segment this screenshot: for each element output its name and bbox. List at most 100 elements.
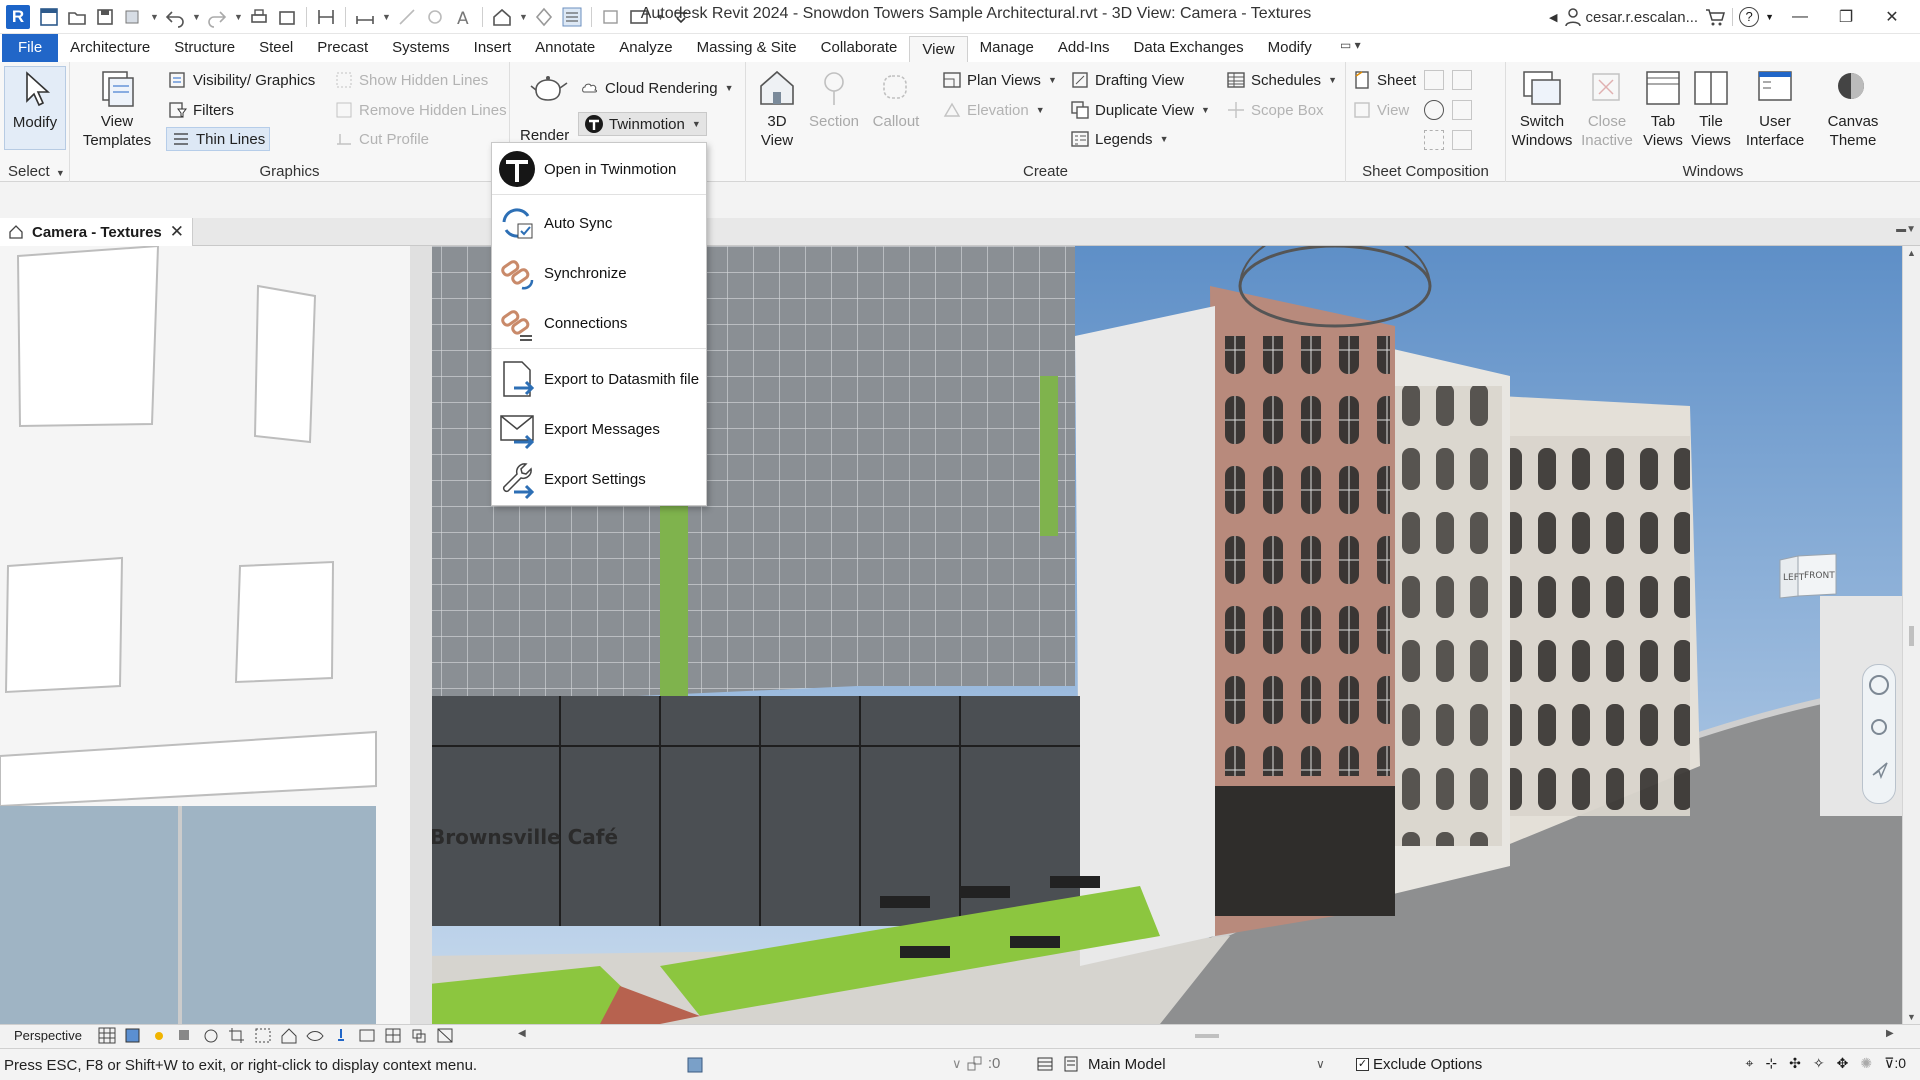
title-block-icon[interactable] — [1424, 70, 1444, 90]
view-reference-icon[interactable] — [1424, 130, 1444, 150]
tab-modify[interactable]: Modify — [1256, 34, 1324, 62]
tab-insert[interactable]: Insert — [462, 34, 524, 62]
visual-style-icon[interactable] — [124, 1027, 142, 1044]
matchline-icon[interactable] — [1452, 100, 1472, 120]
render-button[interactable]: Render — [520, 66, 572, 144]
viewports-icon[interactable] — [1452, 130, 1472, 150]
3d-viewport[interactable]: Brownsville Café LEFT FRONT — [0, 246, 1902, 1024]
drag-elements-icon[interactable]: ✥ — [1837, 1055, 1849, 1072]
select-pinned-icon[interactable]: ✣ — [1789, 1055, 1801, 1072]
tab-add-ins[interactable]: Add-Ins — [1046, 34, 1122, 62]
active-workset[interactable]: Main Model ∨ — [1036, 1055, 1325, 1073]
cart-icon[interactable] — [1704, 7, 1726, 27]
tab-manage[interactable]: Manage — [968, 34, 1046, 62]
switch-windows-button[interactable]: Switch Windows — [1510, 66, 1574, 150]
minimize-button[interactable]: — — [1780, 0, 1820, 34]
thin-lines-button[interactable]: Thin Lines — [166, 127, 271, 151]
plan-views-button[interactable]: Plan Views ▼ — [942, 68, 1057, 92]
exclude-options-checkbox[interactable]: ✓ — [1356, 1058, 1369, 1071]
chevron-down-icon[interactable]: ▼ — [382, 12, 391, 22]
measure-icon[interactable] — [315, 6, 337, 28]
sheet-button[interactable]: Sheet — [1352, 68, 1416, 92]
tab-analyze[interactable]: Analyze — [607, 34, 684, 62]
chevron-down-icon[interactable]: ▼ — [656, 12, 665, 22]
info-center-expand-icon[interactable]: ◀ — [1549, 11, 1557, 24]
tab-steel[interactable]: Steel — [247, 34, 305, 62]
show-hidden-lines-button[interactable]: Show Hidden Lines — [334, 68, 488, 92]
3d-view-button[interactable]: 3D View — [754, 66, 800, 150]
menu-item-connections[interactable]: Connections — [492, 301, 706, 345]
chevron-down-icon[interactable]: ∨ — [1316, 1057, 1325, 1071]
zoom-icon[interactable] — [1871, 719, 1887, 735]
chevron-down-icon[interactable]: ▼ — [1765, 12, 1774, 22]
canvas-theme-button[interactable]: Canvas Theme — [1818, 66, 1888, 150]
rendering-dialog-icon[interactable] — [202, 1027, 220, 1044]
scroll-down-icon[interactable]: ▼ — [1907, 1012, 1916, 1022]
filters-button[interactable]: Filters — [168, 98, 234, 122]
viewcube[interactable]: LEFT FRONT — [1778, 552, 1838, 602]
tag-all-icon[interactable] — [424, 6, 446, 28]
modify-button[interactable]: Modify — [4, 66, 66, 150]
highlight-displacement-icon[interactable] — [384, 1027, 402, 1044]
tab-architecture[interactable]: Architecture — [58, 34, 162, 62]
unlocked-3d-view-icon[interactable] — [280, 1027, 298, 1044]
tab-systems[interactable]: Systems — [380, 34, 462, 62]
tile-views-button[interactable]: Tile Views — [1688, 66, 1734, 150]
orbit-icon[interactable] — [1871, 761, 1889, 780]
customize-qat-icon[interactable] — [670, 6, 692, 28]
scroll-up-icon[interactable]: ▲ — [1907, 248, 1916, 258]
select-links-icon[interactable]: ⌖ — [1746, 1055, 1754, 1072]
background-processes-icon[interactable]: ✺ — [1860, 1055, 1872, 1072]
callout-button[interactable]: Callout — [868, 66, 924, 131]
steering-wheel-icon[interactable] — [1869, 675, 1889, 695]
reveal-hidden-icon[interactable] — [332, 1027, 350, 1044]
cut-profile-button[interactable]: Cut Profile — [334, 127, 429, 151]
select-by-face-icon[interactable]: ✧ — [1813, 1055, 1825, 1072]
menu-item-export-messages[interactable]: Export Messages — [492, 407, 706, 451]
guide-grid-icon[interactable] — [1424, 100, 1444, 120]
vertical-scrollbar[interactable]: ▲ ▼ — [1902, 246, 1920, 1024]
tab-collaborate[interactable]: Collaborate — [809, 34, 910, 62]
text-icon[interactable]: A — [452, 6, 474, 29]
tab-view[interactable]: View — [909, 36, 968, 62]
section-icon[interactable] — [533, 6, 555, 28]
export-icon[interactable] — [276, 6, 298, 28]
scroll-left-icon[interactable]: ◀ — [518, 1028, 526, 1039]
place-view-button[interactable]: View — [1352, 98, 1409, 122]
save-icon[interactable] — [94, 6, 116, 28]
switch-windows-icon[interactable] — [628, 6, 650, 28]
close-icon[interactable]: ✕ — [170, 222, 184, 242]
worksharing-display-icon[interactable] — [358, 1027, 376, 1044]
tab-annotate[interactable]: Annotate — [523, 34, 607, 62]
close-inactive-views-icon[interactable] — [600, 6, 622, 28]
restore-button[interactable]: ❐ — [1826, 0, 1866, 34]
menu-item-open-in-twinmotion[interactable]: Open in Twinmotion — [492, 147, 706, 191]
tab-precast[interactable]: Precast — [305, 34, 380, 62]
legends-button[interactable]: Legends ▼ — [1070, 127, 1168, 151]
revit-logo[interactable]: R — [6, 5, 30, 29]
open-icon[interactable] — [66, 6, 88, 28]
tab-data-exchanges[interactable]: Data Exchanges — [1122, 34, 1256, 62]
menu-item-auto-sync[interactable]: Auto Sync — [492, 201, 706, 245]
tag-icon[interactable] — [396, 6, 418, 28]
chevron-down-icon[interactable]: ▼ — [150, 12, 159, 22]
menu-item-export-datasmith[interactable]: Export to Datasmith file — [492, 357, 706, 401]
ribbon-display-options-icon[interactable]: ▭ ▾ — [1340, 38, 1361, 52]
section-button[interactable]: Section — [806, 66, 862, 131]
view-tab-camera-textures[interactable]: Camera - Textures ✕ — [0, 218, 194, 246]
menu-item-synchronize[interactable]: Synchronize — [492, 251, 706, 295]
tab-massing-site[interactable]: Massing & Site — [685, 34, 809, 62]
crop-view-icon[interactable] — [228, 1027, 246, 1044]
home-icon[interactable] — [38, 6, 60, 28]
schedules-button[interactable]: Schedules ▼ — [1226, 68, 1337, 92]
user-menu[interactable]: cesar.r.escalan... — [1564, 7, 1698, 27]
tab-structure[interactable]: Structure — [162, 34, 247, 62]
thin-lines-icon[interactable] — [561, 6, 583, 28]
scroll-right-icon[interactable]: ▶ — [1886, 1028, 1894, 1039]
twinmotion-button[interactable]: Twinmotion ▼ — [578, 112, 707, 136]
exclude-options-toggle[interactable]: ✓ Exclude Options — [1356, 1056, 1482, 1073]
help-icon[interactable]: ? — [1739, 7, 1760, 27]
scope-box-button[interactable]: Scope Box — [1226, 98, 1324, 122]
sun-path-icon[interactable] — [150, 1027, 168, 1044]
scroll-thumb[interactable] — [1909, 626, 1914, 646]
